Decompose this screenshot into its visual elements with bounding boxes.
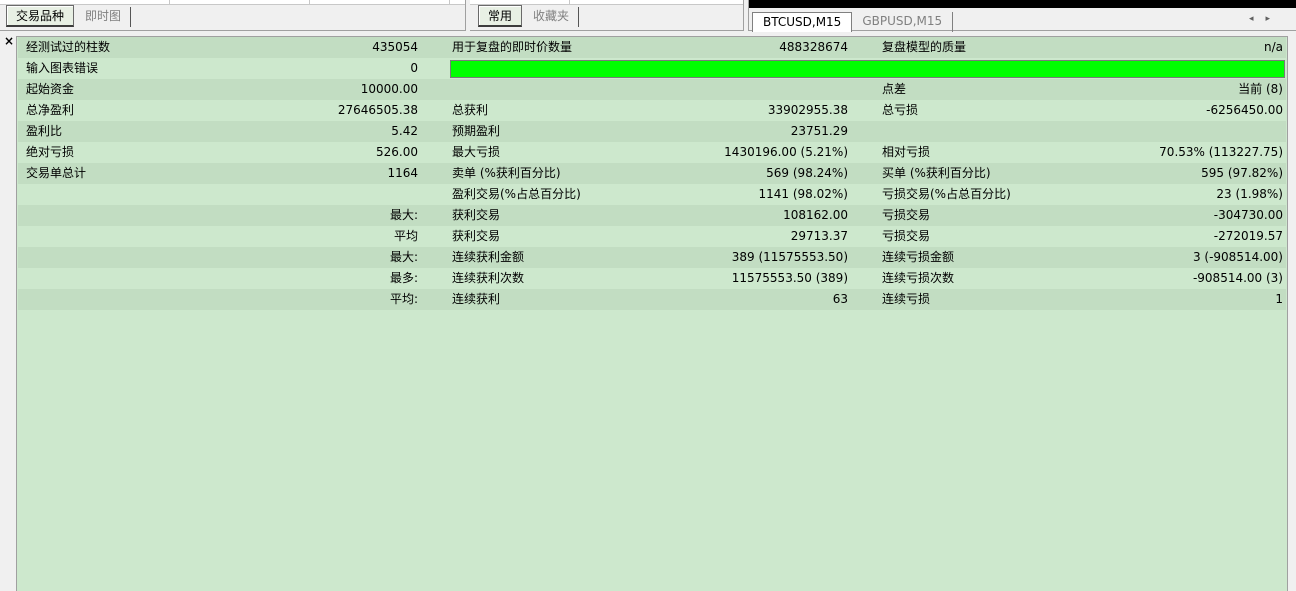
- report-c1-value: 最大:: [389, 250, 418, 264]
- report-c2-value: 108162.00: [783, 208, 848, 222]
- report-c2-label: 用于复盘的即时价数量: [452, 40, 573, 54]
- report-row: 起始资金 10000.00 点差 当前 (8): [18, 79, 1286, 100]
- report-row: 平均: 连续获利 63 连续亏损 1: [18, 289, 1286, 310]
- report-c3-value: n/a: [1263, 40, 1283, 54]
- report-c1-label: 经测试过的柱数: [26, 40, 111, 54]
- report-c1-label: 绝对亏损: [26, 145, 75, 159]
- report-c2-label: 总获利: [452, 103, 489, 117]
- report-c1-value: 1164: [387, 166, 418, 180]
- chart-area: BTCUSD,M15 GBPUSD,M15 ◂▸: [748, 0, 1296, 32]
- report-row: 绝对亏损 526.00 最大亏损 1430196.00 (5.21%) 相对亏损 70.5…: [18, 142, 1286, 163]
- report-row: 平均 获利交易 29713.37 亏损交易 -272019.57: [18, 226, 1286, 247]
- report-c3-value: 70.53% (113227.75): [1159, 145, 1283, 159]
- report-c2-label: 卖单 (%获利百分比): [452, 166, 561, 180]
- report-c3-value: -6256450.00: [1206, 103, 1283, 117]
- market-watch-panel: 交易品种 即时图: [0, 0, 466, 31]
- report-row: 最多: 连续获利次数 11575553.50 (389) 连续亏损次数 -908514.…: [18, 268, 1286, 289]
- report-c2-value: 488328674: [779, 40, 848, 54]
- report-c1-value: 0: [410, 61, 418, 75]
- tab-common[interactable]: 常用: [478, 5, 523, 27]
- close-icon[interactable]: ×: [4, 34, 14, 48]
- tab-chart-gbpusd[interactable]: GBPUSD,M15: [852, 12, 954, 32]
- report-row: 输入图表错误 0: [18, 58, 1286, 79]
- report-c1-value: 526.00: [376, 145, 418, 159]
- report-c3-label: 亏损交易(%占总百分比): [882, 187, 1011, 201]
- report-row: 总净盈利 27646505.38 总获利 33902955.38 总亏损 -6256450…: [18, 100, 1286, 121]
- navigator-tabs: 常用 收藏夹: [478, 5, 581, 27]
- report-c1-label: 起始资金: [26, 82, 75, 96]
- report-c2-label: 连续获利: [452, 292, 501, 306]
- terminal-window: 交易品种 即时图 常用 收藏夹 BTCUSD,M15 GBPUSD,M15 ◂▸…: [0, 0, 1296, 591]
- report-c2-value: 389 (11575553.50): [731, 250, 848, 264]
- report-c3-value: -304730.00: [1213, 208, 1283, 222]
- report-c3-value: 当前 (8): [1238, 82, 1283, 96]
- report-c1-value: 最大:: [389, 208, 418, 222]
- report-c3-label: 买单 (%获利百分比): [882, 166, 991, 180]
- report-c2-label: 连续获利次数: [452, 271, 525, 285]
- report-c2-label: 最大亏损: [452, 145, 501, 159]
- report-row: 盈利比 5.42 预期盈利 23751.29: [18, 121, 1286, 142]
- report-c1-value: 10000.00: [360, 82, 418, 96]
- tab-tick-chart[interactable]: 即时图: [76, 7, 132, 27]
- market-watch-tabs: 交易品种 即时图: [6, 5, 133, 27]
- report-c2-value: 23751.29: [790, 124, 848, 138]
- report-c3-value: 3 (-908514.00): [1192, 250, 1283, 264]
- report-c1-value: 5.42: [391, 124, 418, 138]
- navigator-panel: 常用 收藏夹: [470, 0, 744, 31]
- report-c1-label: 总净盈利: [26, 103, 75, 117]
- report-row: 最大: 连续获利金额 389 (11575553.50) 连续亏损金额 3 (-9085…: [18, 247, 1286, 268]
- chevron-left-icon[interactable]: ◂: [1249, 14, 1266, 24]
- tab-chart-btcusd[interactable]: BTCUSD,M15: [752, 12, 853, 32]
- report-c3-label: 连续亏损: [882, 292, 931, 306]
- report-c2-value: 33902955.38: [767, 103, 848, 117]
- report-c3-value: 1: [1275, 292, 1283, 306]
- report-c1-value: 27646505.38: [337, 103, 418, 117]
- report-c3-value: 595 (97.82%): [1201, 166, 1283, 180]
- report-row: 经测试过的柱数 435054 用于复盘的即时价数量 488328674 复盘模型的质量 n…: [18, 37, 1286, 58]
- report-c1-value: 最多:: [389, 271, 418, 285]
- report-c2-value: 569 (98.24%): [766, 166, 848, 180]
- report-c2-label: 盈利交易(%占总百分比): [452, 187, 581, 201]
- chart-tabs: BTCUSD,M15 GBPUSD,M15: [752, 12, 954, 32]
- report-c1-value: 435054: [372, 40, 418, 54]
- report-c2-value: 29713.37: [790, 229, 848, 243]
- panel-right-edge: [1287, 36, 1296, 591]
- report-c2-label: 连续获利金额: [452, 250, 525, 264]
- report-c3-label: 点差: [882, 82, 907, 96]
- report-c3-label: 总亏损: [882, 103, 919, 117]
- report-c2-value: 1141 (98.02%): [758, 187, 848, 201]
- report-c2-label: 预期盈利: [452, 124, 501, 138]
- report-c1-value: 平均:: [389, 292, 418, 306]
- report-c2-label: 获利交易: [452, 208, 501, 222]
- tester-report: 经测试过的柱数 435054 用于复盘的即时价数量 488328674 复盘模型的质量 n…: [16, 36, 1287, 591]
- report-row: 最大: 获利交易 108162.00 亏损交易 -304730.00: [18, 205, 1286, 226]
- report-c1-value: 平均: [393, 229, 418, 243]
- chart-tab-scroll: ◂▸: [1249, 14, 1282, 24]
- report-c3-value: -272019.57: [1213, 229, 1283, 243]
- report-c3-label: 亏损交易: [882, 229, 931, 243]
- report-c2-value: 1430196.00 (5.21%): [724, 145, 848, 159]
- tab-symbols[interactable]: 交易品种: [6, 5, 75, 27]
- report-c2-label: 获利交易: [452, 229, 501, 243]
- report-c1-label: 交易单总计: [26, 166, 87, 180]
- report-c3-value: -908514.00 (3): [1192, 271, 1283, 285]
- report-c3-label: 复盘模型的质量: [882, 40, 967, 54]
- report-c2-value: 11575553.50 (389): [731, 271, 848, 285]
- report-row: 交易单总计 1164 卖单 (%获利百分比) 569 (98.24%) 买单 (%获利百…: [18, 163, 1286, 184]
- test-progress-bar: [450, 60, 1285, 78]
- report-c3-label: 连续亏损次数: [882, 271, 955, 285]
- report-c3-label: 相对亏损: [882, 145, 931, 159]
- tab-favorites[interactable]: 收藏夹: [524, 7, 580, 27]
- report-c3-value: 23 (1.98%): [1216, 187, 1283, 201]
- chart-canvas-strip: [749, 0, 1296, 8]
- chevron-right-icon[interactable]: ▸: [1265, 14, 1282, 24]
- report-row: 盈利交易(%占总百分比) 1141 (98.02%) 亏损交易(%占总百分比) 23 …: [18, 184, 1286, 205]
- report-c2-value: 63: [832, 292, 848, 306]
- test-progress-fill: [451, 61, 1284, 77]
- report-c3-label: 亏损交易: [882, 208, 931, 222]
- report-c3-label: 连续亏损金额: [882, 250, 955, 264]
- report-c1-label: 输入图表错误: [26, 61, 99, 75]
- report-c1-label: 盈利比: [26, 124, 63, 138]
